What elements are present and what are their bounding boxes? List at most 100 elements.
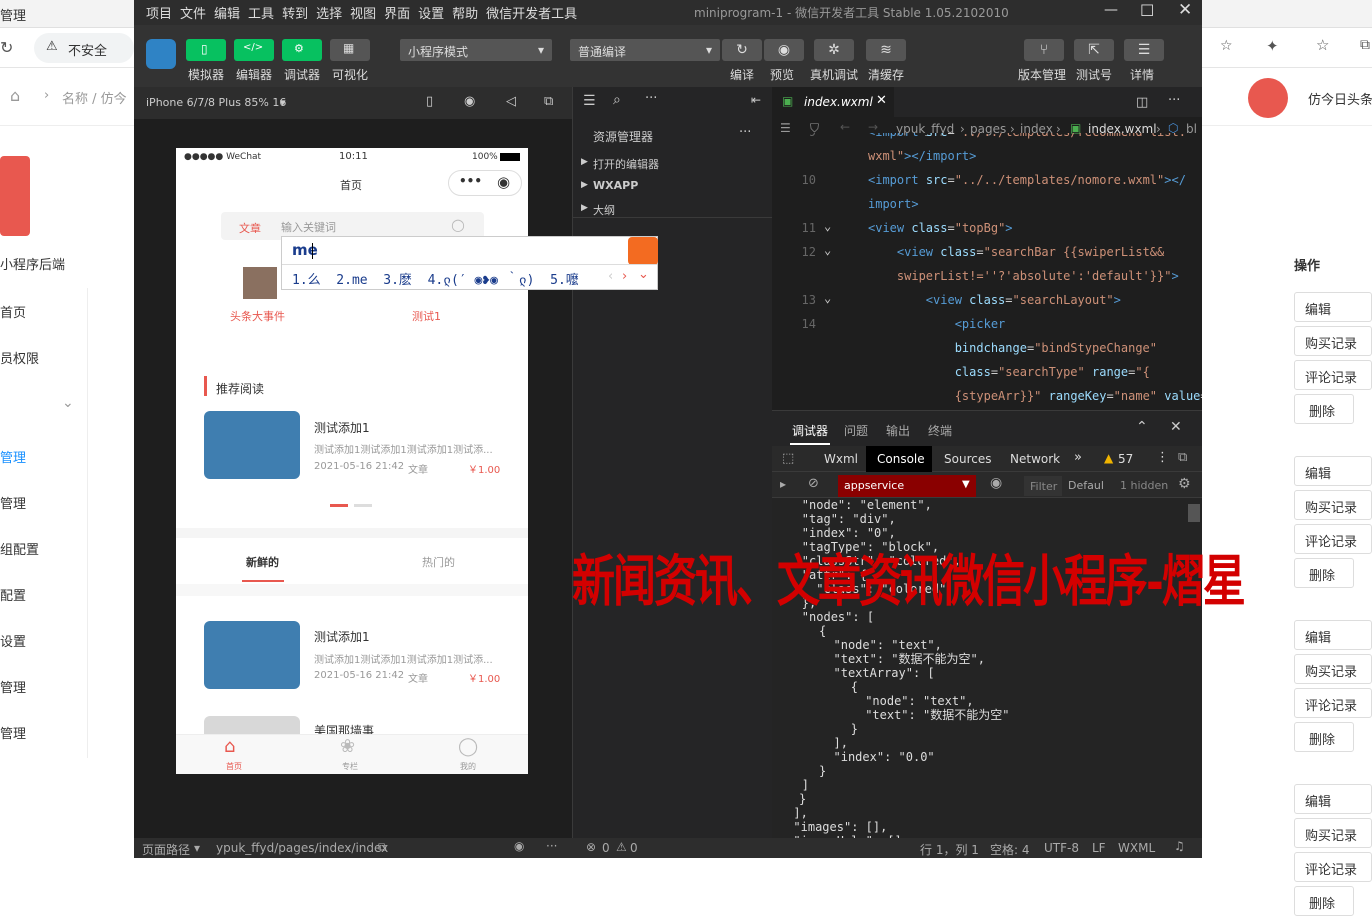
panel-wxml[interactable]: Wxml: [824, 452, 858, 466]
record-icon[interactable]: ◉: [464, 94, 475, 109]
search-icon[interactable]: ○: [451, 215, 465, 234]
context-select[interactable]: appservice ▼: [838, 475, 976, 497]
language-mode[interactable]: WXML: [1118, 841, 1155, 855]
row-action-button[interactable]: 评论记录: [1294, 524, 1372, 554]
menu-item[interactable]: 文件: [180, 3, 206, 22]
article-thumbnail[interactable]: [204, 411, 300, 479]
code-line[interactable]: {stypeArr}}" rangeKey="name" value=": [772, 385, 1202, 409]
minimize-icon[interactable]: —: [1104, 2, 1118, 18]
split-editor-icon[interactable]: ◫: [1136, 95, 1148, 110]
more-panels-icon[interactable]: »: [1074, 450, 1082, 465]
row-action-button[interactable]: 删除: [1294, 886, 1354, 916]
version-button[interactable]: ⑂: [1024, 39, 1064, 61]
row-action-button[interactable]: 购买记录: [1294, 818, 1372, 848]
row-action-button[interactable]: 删除: [1294, 394, 1354, 424]
tab-hot[interactable]: 热门的: [422, 554, 455, 570]
debugger-button[interactable]: ⚙: [282, 39, 322, 61]
sidebar-item-manage-2[interactable]: 管理: [0, 663, 88, 709]
row-action-button[interactable]: 评论记录: [1294, 360, 1372, 390]
code-line[interactable]: 13 ⌄ <view class="searchLayout">: [772, 289, 1202, 313]
code-line[interactable]: 10 <import src="../../templates/nomore.wx…: [772, 169, 1202, 193]
editor-button[interactable]: </>: [234, 39, 274, 61]
tab-debugger[interactable]: 调试器: [792, 422, 828, 439]
code-line[interactable]: 9 <import src="../../templates/recommend-…: [772, 133, 1202, 145]
page-path-label[interactable]: 页面路径: [142, 841, 190, 858]
sidebar-item-manage-3[interactable]: 管理: [0, 709, 88, 755]
eye-icon[interactable]: ◉: [514, 839, 524, 853]
explorer-item-project[interactable]: WXAPP: [593, 179, 638, 192]
sidebar-item-config[interactable]: 配置: [0, 571, 88, 617]
test-account-button[interactable]: ⇱: [1074, 39, 1114, 61]
code-area[interactable]: 9 <import src="../../templates/recommend-…: [772, 133, 1202, 410]
list-icon[interactable]: ☰: [583, 93, 596, 109]
eye-icon[interactable]: ◉: [990, 475, 1002, 491]
code-line[interactable]: 11 ⌄ <view class="topBg">: [772, 217, 1202, 241]
row-action-button[interactable]: 编辑: [1294, 620, 1372, 650]
browser-tab-title[interactable]: 管理: [0, 5, 26, 24]
compile-button[interactable]: ↻: [722, 39, 762, 61]
sidebar-item-permissions[interactable]: 员权限: [0, 334, 88, 380]
page-path[interactable]: ypuk_ffyd/pages/index/index: [216, 841, 388, 855]
extensions-icon[interactable]: ✦: [1266, 37, 1279, 55]
search-icon[interactable]: ⌕: [613, 92, 621, 108]
tab-output[interactable]: 输出: [886, 422, 910, 439]
swiper-dot[interactable]: [354, 504, 372, 507]
expand-icon[interactable]: ⌄: [638, 267, 649, 282]
close-icon[interactable]: ✕: [1178, 0, 1192, 20]
more-icon[interactable]: ···: [739, 125, 751, 140]
forward-icon[interactable]: →: [868, 120, 878, 134]
clear-console-icon[interactable]: ⊘: [808, 476, 819, 491]
code-line[interactable]: 14 <picker: [772, 313, 1202, 337]
article-title[interactable]: 测试添加1: [314, 419, 370, 436]
sidebar-item-manage-active[interactable]: 管理: [0, 433, 88, 479]
back-icon[interactable]: ←: [840, 120, 850, 134]
more-icon[interactable]: •••: [459, 174, 482, 188]
sidebar-item-settings[interactable]: 设置: [0, 617, 88, 663]
kebab-menu-icon[interactable]: ⋮: [1156, 450, 1169, 465]
cursor-position[interactable]: 行 1，列 1: [920, 841, 979, 858]
menu-item[interactable]: 转到: [282, 3, 308, 22]
more-icon[interactable]: ···: [645, 91, 657, 106]
row-action-button[interactable]: 购买记录: [1294, 326, 1372, 356]
warning-count[interactable]: 0: [630, 841, 638, 855]
fold-chevron-icon[interactable]: ⌄: [824, 219, 831, 233]
menu-item[interactable]: 设置: [418, 3, 444, 22]
eol[interactable]: LF: [1092, 841, 1106, 855]
simulator-button[interactable]: ▯: [186, 39, 226, 61]
maximize-icon[interactable]: ☐: [1140, 1, 1154, 20]
home-icon[interactable]: ⌂: [10, 86, 20, 105]
collapse-panel-icon[interactable]: ⇤: [751, 93, 761, 107]
compile-mode-select[interactable]: 普通编译 ▾: [570, 39, 720, 61]
row-action-button[interactable]: 删除: [1294, 722, 1354, 752]
code-line[interactable]: class="searchType" range="{: [772, 361, 1202, 385]
error-count[interactable]: 0: [602, 841, 610, 855]
sidebar-toggle-icon[interactable]: ▸: [780, 477, 786, 491]
row-action-button[interactable]: 删除: [1294, 558, 1354, 588]
code-line[interactable]: wxml"></import>: [772, 145, 1202, 169]
preview-button[interactable]: ◉: [764, 39, 804, 61]
user-name[interactable]: 仿今日头条: [1308, 89, 1372, 108]
code-line[interactable]: bindchange="bindStypeChange": [772, 337, 1202, 361]
row-action-button[interactable]: 编辑: [1294, 456, 1372, 486]
clear-cache-button[interactable]: ≋: [866, 39, 906, 61]
row-action-button[interactable]: 评论记录: [1294, 852, 1372, 882]
swiper-dot-active[interactable]: [330, 504, 348, 507]
more-icon[interactable]: ···: [546, 839, 557, 853]
panel-console-active[interactable]: Console: [866, 446, 932, 472]
inspect-icon[interactable]: ⬚: [782, 451, 794, 466]
fold-chevron-icon[interactable]: ⌄: [824, 291, 831, 305]
warning-count[interactable]: 57: [1118, 452, 1133, 466]
home-icon[interactable]: ⌂: [224, 736, 235, 757]
prev-page-icon[interactable]: ‹: [608, 269, 613, 284]
avatar[interactable]: [1248, 78, 1288, 118]
chevron-down-icon[interactable]: ⌄: [62, 395, 74, 411]
user-icon[interactable]: ◯: [458, 736, 478, 757]
row-action-button[interactable]: 编辑: [1294, 784, 1372, 814]
article-thumbnail[interactable]: [204, 621, 300, 689]
sidebar-item-manage[interactable]: 管理: [0, 479, 88, 525]
row-action-button[interactable]: 编辑: [1294, 292, 1372, 322]
menu-item[interactable]: 微信开发者工具: [486, 3, 577, 22]
bookmark-add-icon[interactable]: ☆: [1220, 38, 1233, 54]
code-line[interactable]: 12 ⌄ <view class="searchBar {{swiperList&…: [772, 241, 1202, 265]
row-action-button[interactable]: 评论记录: [1294, 688, 1372, 718]
